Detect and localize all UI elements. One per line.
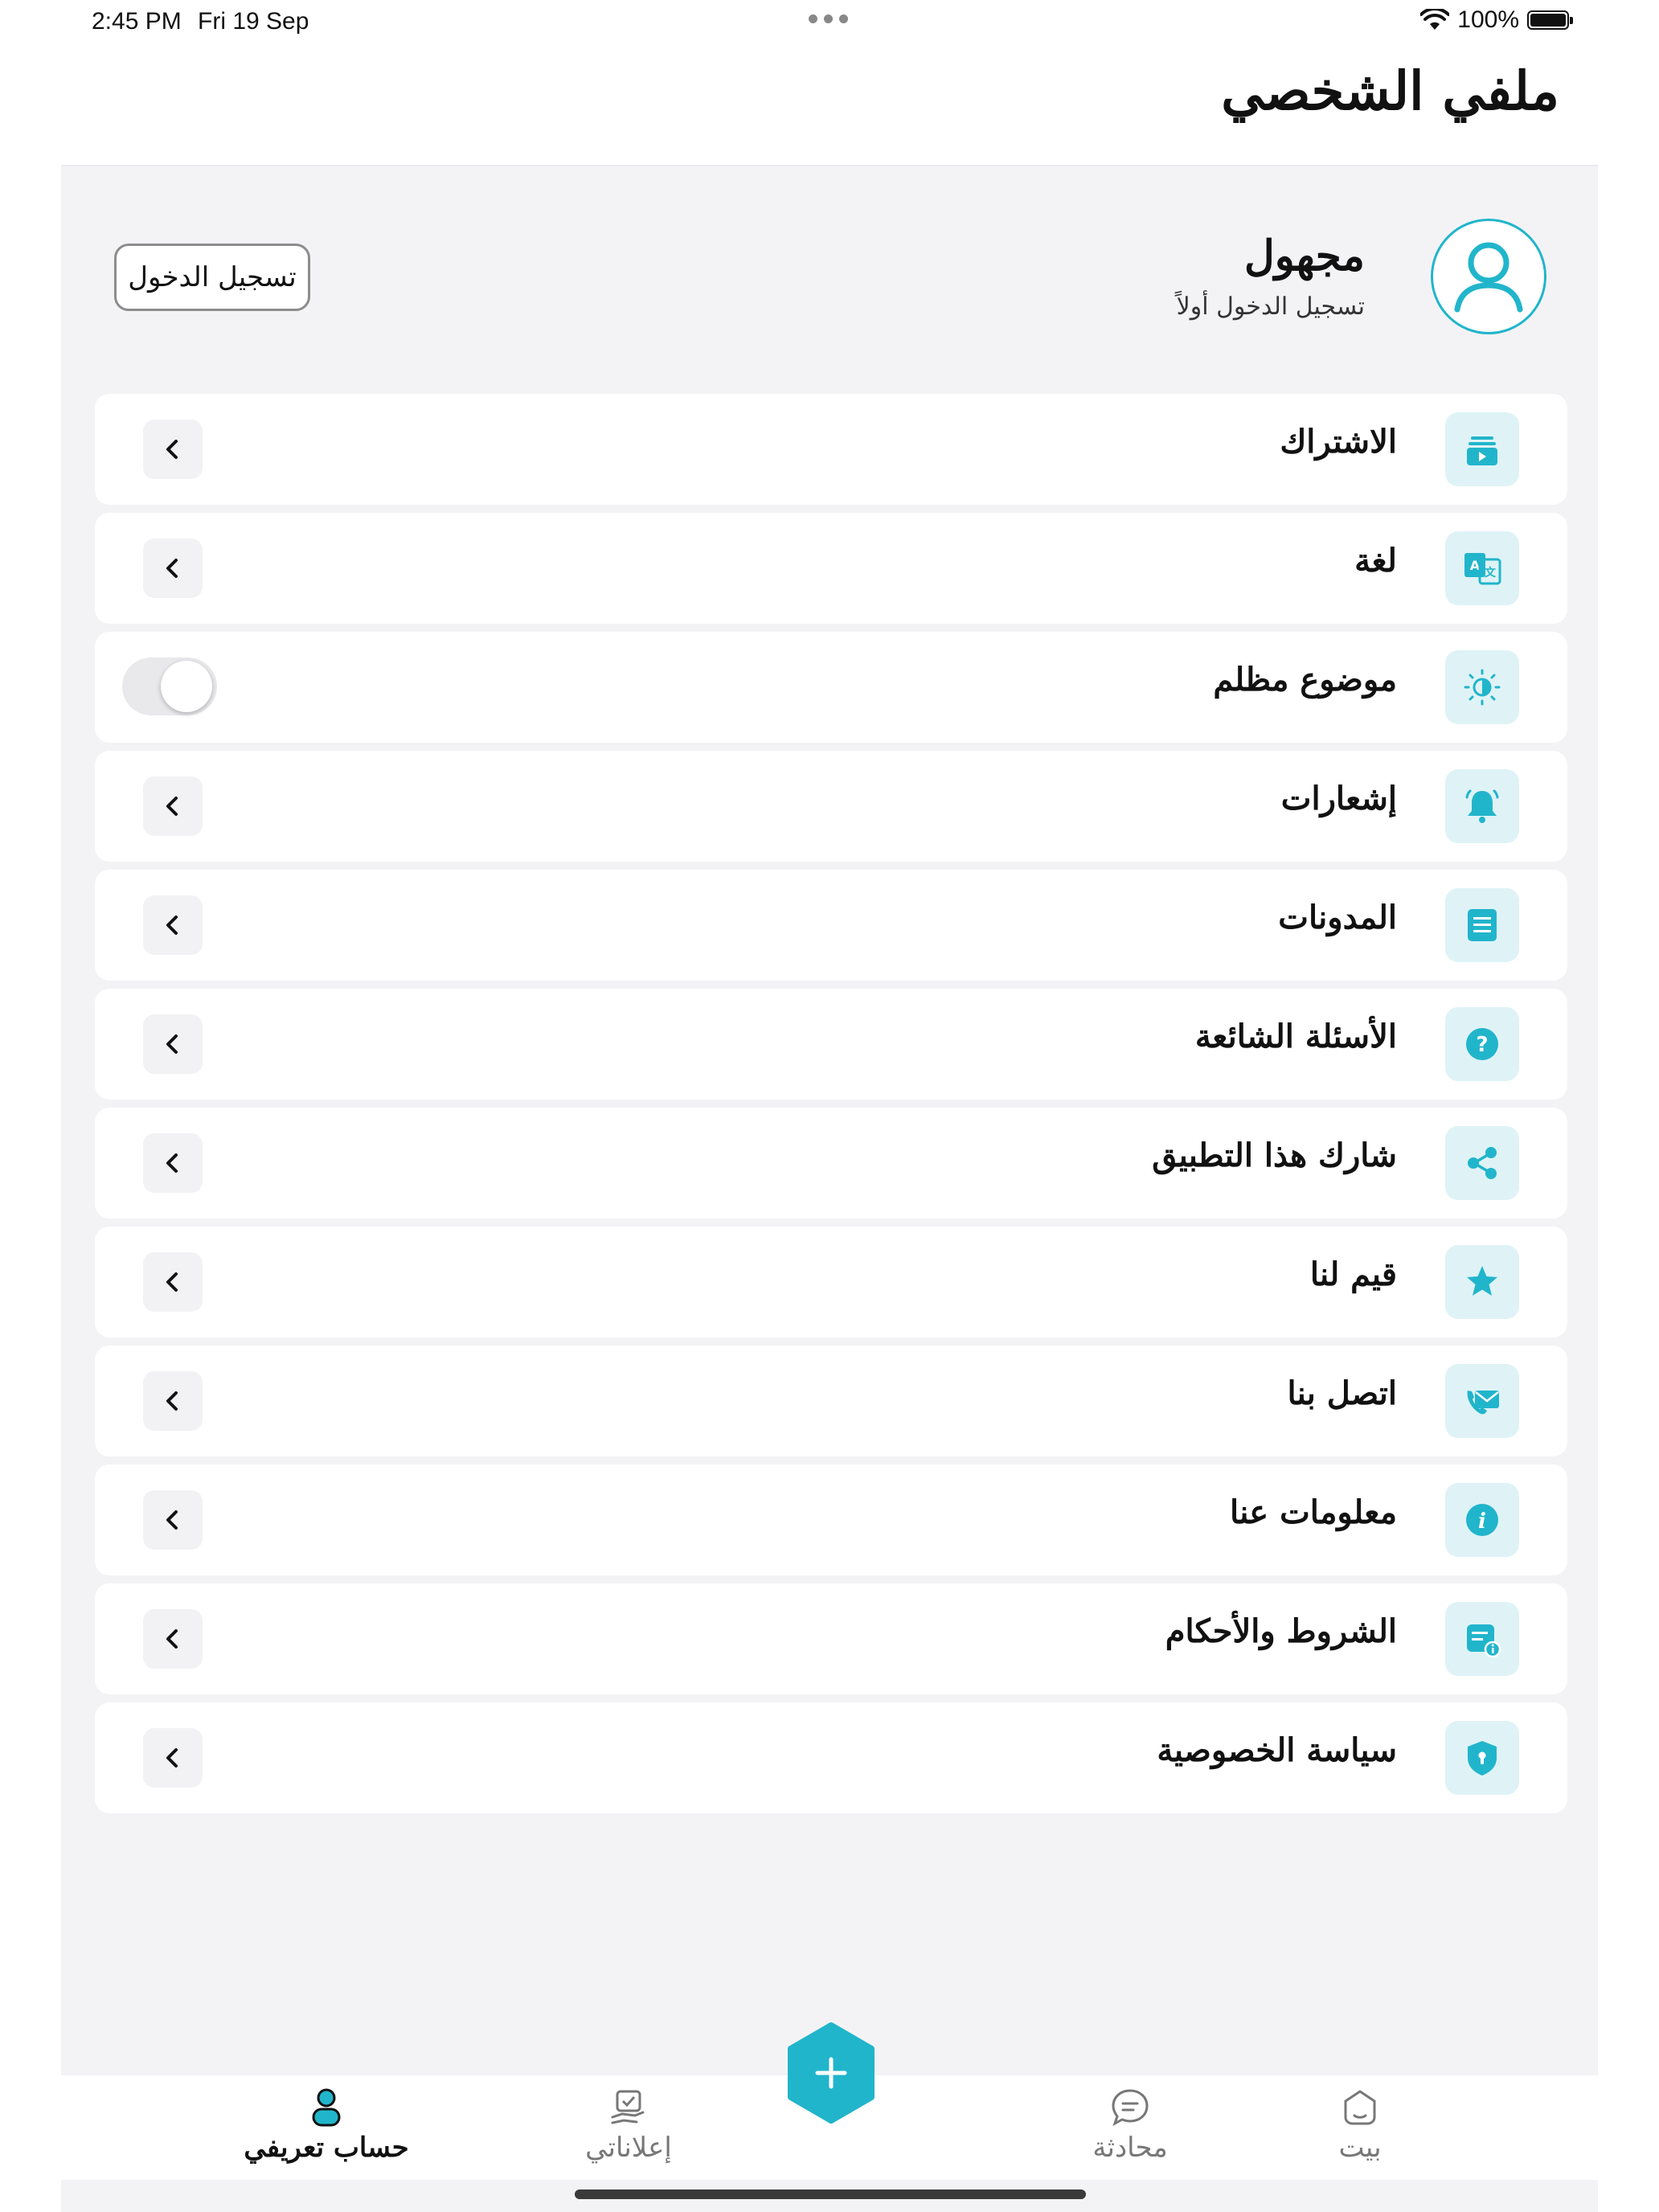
menu-item-blogs[interactable]: المدونات bbox=[95, 870, 1567, 981]
menu-item-share[interactable]: شارك هذا التطبيق bbox=[95, 1108, 1567, 1219]
header: 2:45 PM Fri 19 Sep 100% ملفي الشخصي bbox=[61, 0, 1598, 166]
chevron-left-icon[interactable] bbox=[143, 1490, 203, 1550]
menu-item-about[interactable]: i معلومات عنا bbox=[95, 1464, 1567, 1575]
blog-icon bbox=[1445, 888, 1519, 962]
bell-icon bbox=[1445, 769, 1519, 843]
info-icon: i bbox=[1445, 1483, 1519, 1557]
status-indicators: 100% bbox=[1420, 6, 1573, 34]
menu-label: إشعارات bbox=[1280, 780, 1397, 817]
share-icon bbox=[1445, 1126, 1519, 1200]
battery-percent: 100% bbox=[1457, 6, 1519, 33]
menu-label: سياسة الخصوصية bbox=[1157, 1731, 1397, 1769]
app-frame: 2:45 PM Fri 19 Sep 100% ملفي الشخصي مجهو… bbox=[61, 0, 1598, 2212]
translate-icon: A文 bbox=[1445, 531, 1519, 605]
menu-label: الاشتراك bbox=[1280, 423, 1397, 461]
menu-item-faq[interactable]: ? الأسئلة الشائعة bbox=[95, 989, 1567, 1100]
ads-icon bbox=[611, 2090, 645, 2124]
chevron-left-icon[interactable] bbox=[143, 420, 203, 479]
menu-item-rate-us[interactable]: قيم لنا bbox=[95, 1227, 1567, 1337]
wifi-icon bbox=[1420, 9, 1450, 30]
chat-icon bbox=[1112, 2089, 1149, 2127]
chevron-left-icon[interactable] bbox=[143, 539, 203, 598]
status-time: 2:45 PM bbox=[92, 8, 182, 35]
person-icon bbox=[312, 2088, 341, 2127]
menu-item-notifications[interactable]: إشعارات bbox=[95, 751, 1567, 862]
tab-label: محادثة bbox=[1092, 2132, 1168, 2164]
svg-text:?: ? bbox=[1476, 1033, 1488, 1057]
menu-item-terms[interactable]: الشروط والأحكام bbox=[95, 1583, 1567, 1694]
svg-text:i: i bbox=[1478, 1509, 1486, 1534]
status-date: Fri 19 Sep bbox=[198, 8, 309, 35]
user-icon bbox=[1454, 242, 1523, 313]
menu-label: المدونات bbox=[1278, 899, 1397, 936]
chevron-left-icon[interactable] bbox=[143, 1252, 203, 1312]
home-indicator bbox=[575, 2189, 1086, 2199]
menu-label: قيم لنا bbox=[1309, 1256, 1397, 1293]
toggle-knob bbox=[161, 661, 212, 712]
battery-icon bbox=[1527, 10, 1573, 30]
chevron-left-icon[interactable] bbox=[143, 1014, 203, 1074]
tab-home[interactable]: بيت bbox=[1272, 2075, 1448, 2180]
multitask-dots-icon[interactable] bbox=[809, 14, 848, 23]
chevron-left-icon[interactable] bbox=[143, 1609, 203, 1669]
profile-name: مجهول bbox=[1243, 231, 1365, 281]
menu-item-subscription[interactable]: الاشتراك bbox=[95, 394, 1567, 505]
chevron-left-icon[interactable] bbox=[143, 1728, 203, 1788]
brightness-icon bbox=[1445, 650, 1519, 724]
subscription-icon bbox=[1445, 412, 1519, 486]
chevron-left-icon[interactable] bbox=[143, 1133, 203, 1193]
tab-label: إعلاناتي bbox=[585, 2132, 672, 2164]
home-icon bbox=[1344, 2090, 1376, 2125]
add-listing-button[interactable] bbox=[784, 2022, 878, 2124]
menu-item-contact[interactable]: اتصل بنا bbox=[95, 1346, 1567, 1456]
menu-label: لغة bbox=[1354, 542, 1397, 580]
avatar[interactable] bbox=[1431, 219, 1546, 334]
star-icon bbox=[1445, 1245, 1519, 1319]
tab-profile[interactable]: حساب تعريفي bbox=[238, 2075, 415, 2180]
menu-label: شارك هذا التطبيق bbox=[1152, 1137, 1397, 1174]
chevron-left-icon[interactable] bbox=[143, 1371, 203, 1431]
menu-item-privacy[interactable]: سياسة الخصوصية bbox=[95, 1702, 1567, 1813]
menu-label: اتصل بنا bbox=[1287, 1374, 1397, 1412]
menu-item-language[interactable]: A文 لغة bbox=[95, 513, 1567, 624]
tab-label: حساب تعريفي bbox=[244, 2132, 409, 2164]
profile-subtitle: تسجيل الدخول أولاً bbox=[1176, 293, 1365, 321]
help-icon: ? bbox=[1445, 1007, 1519, 1081]
terms-icon bbox=[1445, 1602, 1519, 1676]
contact-icon bbox=[1445, 1364, 1519, 1438]
svg-text:文: 文 bbox=[1485, 566, 1497, 580]
tab-my-ads[interactable]: إعلاناتي bbox=[540, 2075, 717, 2180]
menu-label: معلومات عنا bbox=[1230, 1493, 1397, 1531]
menu-label: الشروط والأحكام bbox=[1165, 1612, 1397, 1650]
dark-theme-toggle[interactable] bbox=[122, 657, 217, 715]
page-title: ملفي الشخصي bbox=[1221, 59, 1559, 122]
shield-icon bbox=[1445, 1721, 1519, 1795]
chevron-left-icon[interactable] bbox=[143, 776, 203, 836]
menu-label: موضوع مظلم bbox=[1213, 661, 1397, 698]
chevron-left-icon[interactable] bbox=[143, 895, 203, 955]
tab-chat[interactable]: محادثة bbox=[1042, 2075, 1219, 2180]
menu-item-dark-theme[interactable]: موضوع مظلم bbox=[95, 632, 1567, 743]
menu-label: الأسئلة الشائعة bbox=[1194, 1018, 1397, 1055]
tab-label: بيت bbox=[1338, 2132, 1382, 2164]
login-button[interactable]: تسجيل الدخول bbox=[114, 244, 310, 311]
